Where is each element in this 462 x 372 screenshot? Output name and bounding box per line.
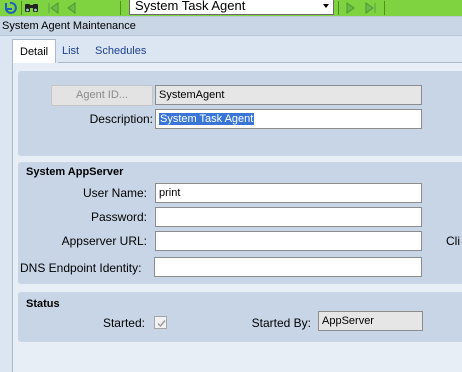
appserver-url-label: Appserver URL:: [61, 234, 147, 248]
detail-panel: Agent ID... SystemAgent Description: Sys…: [12, 63, 462, 372]
agent-selector[interactable]: System Task Agent: [129, 0, 334, 15]
started-by-label: Started By:: [251, 316, 311, 330]
status-group-title: Status: [26, 298, 60, 310]
agent-group: Agent ID... SystemAgent Description: Sys…: [18, 71, 462, 156]
first-record-icon[interactable]: [45, 0, 61, 16]
user-name-field[interactable]: print: [155, 183, 422, 203]
started-by-field: AppServer: [318, 311, 423, 331]
last-record-icon[interactable]: [363, 0, 379, 16]
password-field[interactable]: [155, 207, 422, 227]
agent-selector-value: System Task Agent: [135, 0, 246, 13]
password-label: Password:: [90, 210, 147, 224]
previous-record-icon[interactable]: [64, 0, 80, 16]
dns-endpoint-label: DNS Endpoint Identity:: [20, 261, 142, 275]
toolbar: System Task Agent: [0, 0, 462, 16]
tab-schedules[interactable]: Schedules: [95, 39, 146, 63]
appserver-group: System AppServer User Name: print Passwo…: [18, 162, 462, 284]
started-checkbox[interactable]: [154, 316, 167, 329]
dns-endpoint-field[interactable]: [154, 257, 422, 277]
window-title: System Agent Maintenance: [0, 16, 462, 36]
agent-id-button[interactable]: Agent ID...: [51, 85, 153, 106]
tab-list[interactable]: List: [62, 39, 79, 63]
next-record-icon[interactable]: [342, 0, 358, 16]
chevron-down-icon[interactable]: [323, 4, 329, 8]
description-value: System Task Agent: [159, 113, 255, 125]
tab-detail[interactable]: Detail: [12, 39, 57, 63]
appserver-group-title: System AppServer: [26, 166, 124, 178]
status-group: Status Started: Started By: AppServer: [18, 292, 462, 342]
tab-bar: Detail List Schedules: [12, 39, 462, 63]
refresh-icon[interactable]: [2, 0, 18, 16]
user-name-label: User Name:: [82, 186, 147, 200]
agent-id-field: SystemAgent: [155, 85, 422, 105]
appserver-url-field[interactable]: [155, 231, 422, 251]
client-label-truncated: Cli: [446, 234, 460, 248]
description-label: Description:: [89, 112, 153, 126]
find-icon[interactable]: [24, 0, 40, 16]
started-label: Started:: [102, 316, 145, 330]
description-field[interactable]: System Task Agent: [155, 109, 422, 129]
